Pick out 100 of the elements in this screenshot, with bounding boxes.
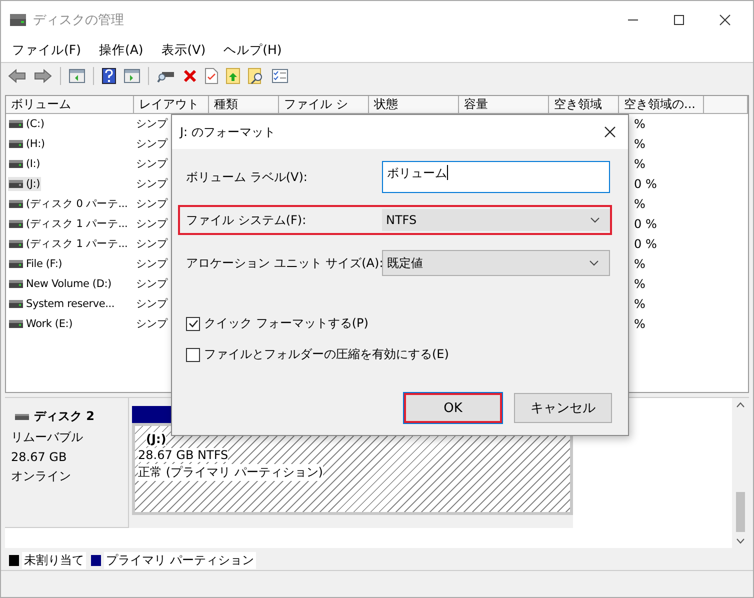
checklist-icon[interactable] bbox=[272, 69, 288, 83]
field-label: ファイル システム(F): bbox=[185, 212, 308, 228]
action-pane-icon[interactable] bbox=[124, 69, 140, 83]
table-cell: % bbox=[634, 157, 646, 171]
partition-size: 28.67 GB NTFS bbox=[138, 448, 228, 462]
volume-cell[interactable]: (I:) bbox=[8, 157, 42, 171]
dialog-button[interactable]: OK bbox=[404, 393, 502, 423]
volume-cell[interactable]: (J:) bbox=[8, 177, 42, 191]
table-cell: シンプ bbox=[136, 237, 169, 251]
drive-icon bbox=[9, 220, 23, 228]
volume-cell[interactable]: File (F:) bbox=[8, 257, 64, 271]
checkbox[interactable] bbox=[186, 316, 200, 330]
delete-icon[interactable] bbox=[183, 69, 197, 83]
table-cell: シンプ bbox=[136, 157, 169, 171]
drive-icon bbox=[9, 240, 23, 248]
input-field[interactable]: ボリューム bbox=[382, 161, 610, 193]
drive-icon bbox=[9, 280, 23, 288]
table-cell: シンプ bbox=[136, 317, 169, 331]
table-cell: % bbox=[634, 257, 646, 271]
volume-cell[interactable]: (ディスク 1 パーテ... bbox=[8, 216, 129, 232]
chevron-down-icon bbox=[589, 260, 599, 266]
table-cell: 0 % bbox=[634, 217, 657, 231]
disk-name: ディスク 2 bbox=[34, 408, 95, 425]
close-icon[interactable] bbox=[719, 14, 731, 26]
menu-item[interactable]: ヘルプ(H) bbox=[224, 42, 282, 58]
partition-status: 正常 (プライマリ パーティション) bbox=[138, 464, 323, 481]
dropdown[interactable]: NTFS bbox=[382, 209, 610, 231]
volume-cell[interactable]: (ディスク 1 パーテ... bbox=[8, 236, 129, 252]
field-label: アロケーション ユニット サイズ(A): bbox=[185, 254, 382, 272]
console-tree-icon[interactable] bbox=[69, 69, 85, 83]
drive-icon bbox=[15, 414, 29, 420]
table-cell: シンプ bbox=[136, 277, 169, 291]
column-header[interactable]: 状態 bbox=[369, 96, 459, 114]
table-cell: シンプ bbox=[136, 197, 169, 211]
scroll-down-icon[interactable] bbox=[736, 538, 745, 544]
column-header[interactable]: 容量 bbox=[459, 96, 549, 114]
checkbox-label: ファイルとフォルダーの圧縮を有効にする(E) bbox=[204, 346, 449, 363]
menu-item[interactable]: ファイル(F) bbox=[12, 42, 81, 58]
column-header[interactable]: 空き領域 bbox=[549, 96, 619, 114]
disk-size: 28.67 GB bbox=[11, 450, 68, 464]
column-header[interactable]: 空き領域の... bbox=[619, 96, 704, 114]
drive-search-icon[interactable] bbox=[157, 69, 175, 83]
column-header[interactable]: 種類 bbox=[209, 96, 279, 114]
disk-type: リムーバブル bbox=[11, 429, 84, 446]
scroll-up-icon[interactable] bbox=[736, 402, 745, 408]
column-header[interactable]: ボリューム bbox=[6, 96, 134, 114]
volume-cell[interactable]: New Volume (D:) bbox=[8, 277, 112, 291]
menu-item[interactable]: 操作(A) bbox=[98, 42, 144, 58]
volume-cell[interactable]: (C:) bbox=[8, 117, 46, 131]
volume-cell[interactable]: System reserve... bbox=[8, 297, 116, 311]
table-cell: シンプ bbox=[136, 177, 169, 191]
disk-info-panel[interactable]: ディスク 2 リムーバブル 28.67 GB オンライン bbox=[5, 398, 129, 528]
folder-search-icon[interactable] bbox=[248, 68, 264, 84]
table-cell: 0 % bbox=[634, 237, 657, 251]
chevron-down-icon bbox=[590, 217, 600, 223]
table-cell: シンプ bbox=[136, 117, 169, 131]
column-header[interactable]: レイアウト bbox=[134, 96, 209, 114]
drive-icon bbox=[9, 180, 23, 188]
disk-status: オンライン bbox=[11, 468, 72, 485]
drive-icon bbox=[9, 320, 23, 328]
dialog-title: J: のフォーマット bbox=[180, 124, 276, 140]
table-cell: % bbox=[634, 277, 646, 291]
drive-icon bbox=[9, 120, 23, 128]
table-cell: % bbox=[634, 297, 646, 311]
checkbox-label: クイック フォーマットする(P) bbox=[204, 315, 368, 332]
back-arrow-icon[interactable] bbox=[8, 69, 26, 83]
close-icon[interactable] bbox=[604, 126, 616, 138]
table-cell: 0 % bbox=[634, 177, 657, 191]
drive-icon bbox=[9, 300, 23, 308]
volume-cell[interactable]: (H:) bbox=[8, 137, 46, 151]
volume-cell[interactable]: Work (E:) bbox=[8, 317, 74, 331]
table-cell: シンプ bbox=[136, 257, 169, 271]
legend-label: 未割り当て bbox=[22, 552, 86, 568]
table-cell: シンプ bbox=[136, 217, 169, 231]
drive-icon bbox=[9, 160, 23, 168]
table-cell: シンプ bbox=[136, 137, 169, 151]
window-title: ディスクの管理 bbox=[33, 12, 124, 28]
scroll-thumb[interactable] bbox=[736, 492, 745, 532]
field-label: ボリューム ラベル(V): bbox=[185, 168, 308, 186]
column-header[interactable]: ファイル シ bbox=[279, 96, 369, 114]
partition-name: (J:) bbox=[146, 432, 166, 446]
checkbox[interactable] bbox=[186, 348, 200, 362]
disk-drive-icon bbox=[9, 12, 27, 26]
table-cell: シンプ bbox=[136, 297, 169, 311]
drive-icon bbox=[9, 140, 23, 148]
table-cell: % bbox=[634, 197, 646, 211]
maximize-icon[interactable] bbox=[673, 14, 685, 26]
dropdown[interactable]: 既定値 bbox=[382, 250, 610, 276]
menu-item[interactable]: 表示(V) bbox=[161, 42, 206, 58]
table-cell: % bbox=[634, 117, 646, 131]
drive-icon bbox=[9, 200, 23, 208]
table-cell: % bbox=[634, 137, 646, 151]
legend-label: プライマリ パーティション bbox=[104, 552, 256, 568]
drive-icon bbox=[9, 260, 23, 268]
dialog-button[interactable]: キャンセル bbox=[514, 393, 612, 423]
checked-document-icon[interactable] bbox=[205, 68, 218, 84]
help-icon[interactable] bbox=[102, 68, 116, 84]
volume-cell[interactable]: (ディスク 0 パーテ... bbox=[8, 196, 129, 212]
table-cell: % bbox=[634, 317, 646, 331]
forward-arrow-icon[interactable] bbox=[34, 69, 52, 83]
